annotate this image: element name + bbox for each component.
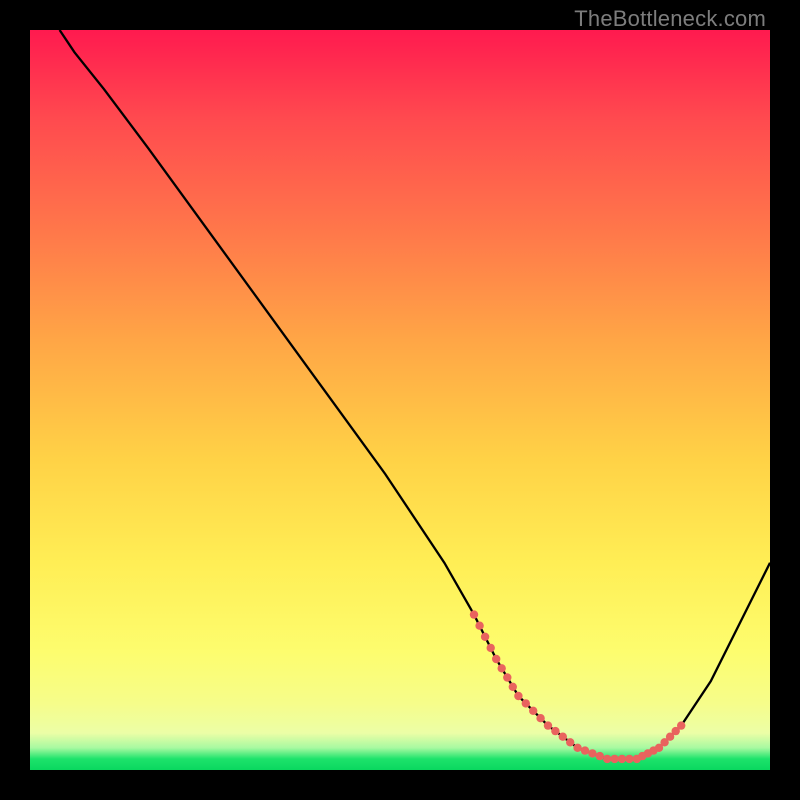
dot <box>514 692 522 700</box>
dot <box>475 622 483 630</box>
plot-area <box>30 30 770 770</box>
dot <box>596 752 604 760</box>
dot <box>529 707 537 715</box>
dot <box>573 744 581 752</box>
dot <box>625 755 633 763</box>
dot <box>566 738 574 746</box>
dot <box>498 664 506 672</box>
dot <box>481 633 489 641</box>
dot <box>581 746 589 754</box>
bottleneck-curve <box>60 30 770 759</box>
dot <box>536 714 544 722</box>
dot <box>618 755 626 763</box>
dot <box>492 655 500 663</box>
curve-layer <box>30 30 770 770</box>
dotted-segment <box>470 610 686 763</box>
chart-container: TheBottleneck.com <box>0 0 800 800</box>
dot <box>559 733 567 741</box>
dot <box>522 699 530 707</box>
dot <box>610 755 618 763</box>
watermark-text: TheBottleneck.com <box>574 6 766 32</box>
dot <box>544 721 552 729</box>
dot <box>509 683 517 691</box>
dot <box>677 721 685 729</box>
dot <box>470 610 478 618</box>
dot <box>588 749 596 757</box>
dot <box>551 727 559 735</box>
dot <box>503 673 511 681</box>
dot <box>603 755 611 763</box>
dot <box>487 644 495 652</box>
